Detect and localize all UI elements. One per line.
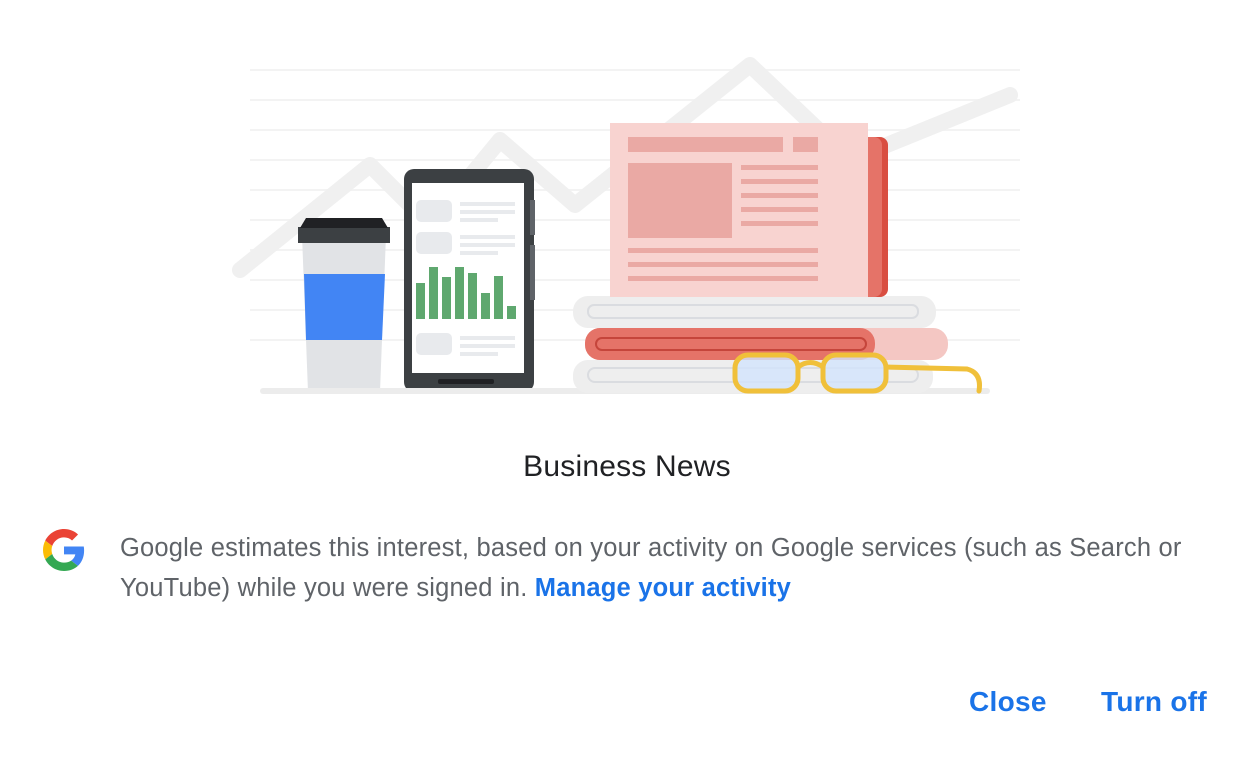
dialog-title: Business News — [523, 450, 731, 483]
coffee-cup — [298, 218, 390, 392]
google-g-icon — [43, 529, 85, 571]
dialog-description: Google estimates this interest, based on… — [120, 528, 1210, 608]
close-button[interactable]: Close — [969, 686, 1047, 718]
glasses — [732, 352, 982, 394]
turn-off-button[interactable]: Turn off — [1101, 686, 1207, 718]
business-news-illustration — [232, 57, 1020, 394]
phone — [404, 169, 535, 392]
manage-activity-link[interactable]: Manage your activity — [535, 574, 791, 602]
newspaper — [610, 123, 888, 297]
